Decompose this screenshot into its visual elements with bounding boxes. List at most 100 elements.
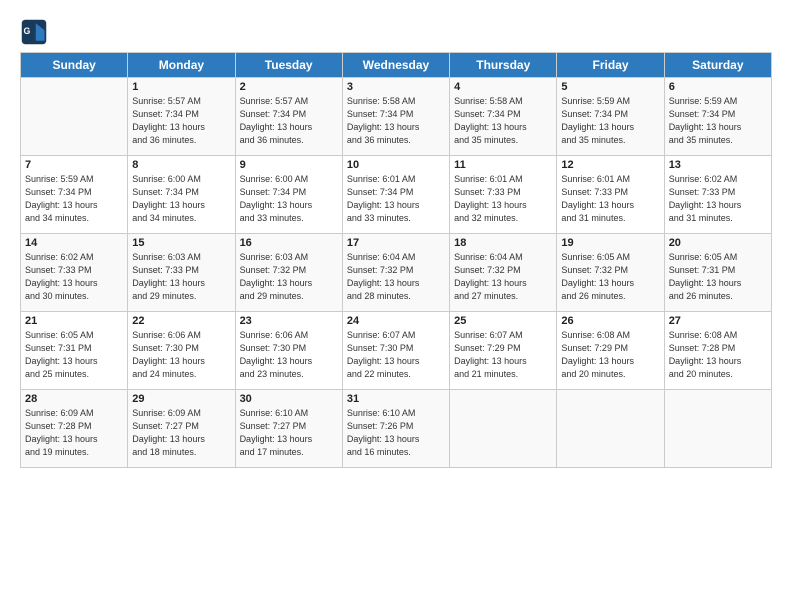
calendar-cell	[21, 78, 128, 156]
cell-details: Sunrise: 6:03 AM Sunset: 7:32 PM Dayligh…	[240, 251, 338, 303]
calendar-cell: 7 Sunrise: 5:59 AM Sunset: 7:34 PM Daylig…	[21, 156, 128, 234]
calendar-week-3: 14 Sunrise: 6:02 AM Sunset: 7:33 PM Dayli…	[21, 234, 772, 312]
day-number: 11	[454, 159, 552, 171]
weekday-header-monday: Monday	[128, 53, 235, 78]
cell-details: Sunrise: 6:10 AM Sunset: 7:26 PM Dayligh…	[347, 407, 445, 459]
calendar-cell: 22 Sunrise: 6:06 AM Sunset: 7:30 PM Dayli…	[128, 312, 235, 390]
day-number: 27	[669, 315, 767, 327]
day-number: 6	[669, 81, 767, 93]
day-number: 18	[454, 237, 552, 249]
calendar-cell: 23 Sunrise: 6:06 AM Sunset: 7:30 PM Dayli…	[235, 312, 342, 390]
day-number: 28	[25, 393, 123, 405]
day-number: 3	[347, 81, 445, 93]
day-number: 29	[132, 393, 230, 405]
cell-details: Sunrise: 6:09 AM Sunset: 7:28 PM Dayligh…	[25, 407, 123, 459]
cell-details: Sunrise: 6:06 AM Sunset: 7:30 PM Dayligh…	[132, 329, 230, 381]
weekday-header-sunday: Sunday	[21, 53, 128, 78]
cell-details: Sunrise: 6:08 AM Sunset: 7:28 PM Dayligh…	[669, 329, 767, 381]
calendar-cell: 24Sunrise: 6:07 AM Sunset: 7:30 PM Dayli…	[342, 312, 449, 390]
cell-details: Sunrise: 6:01 AM Sunset: 7:34 PM Dayligh…	[347, 173, 445, 225]
calendar-cell: 2Sunrise: 5:57 AM Sunset: 7:34 PM Daylig…	[235, 78, 342, 156]
weekday-header-wednesday: Wednesday	[342, 53, 449, 78]
calendar-cell: 3 Sunrise: 5:58 AM Sunset: 7:34 PM Daylig…	[342, 78, 449, 156]
cell-details: Sunrise: 6:08 AM Sunset: 7:29 PM Dayligh…	[561, 329, 659, 381]
calendar-cell: 9Sunrise: 6:00 AM Sunset: 7:34 PM Daylig…	[235, 156, 342, 234]
calendar-week-1: 1 Sunrise: 5:57 AM Sunset: 7:34 PM Daylig…	[21, 78, 772, 156]
calendar-cell: 28 Sunrise: 6:09 AM Sunset: 7:28 PM Dayli…	[21, 390, 128, 468]
page: G SundayMondayTuesdayWednesdayThursdayFr…	[0, 0, 792, 612]
day-number: 13	[669, 159, 767, 171]
calendar-cell: 19Sunrise: 6:05 AM Sunset: 7:32 PM Dayli…	[557, 234, 664, 312]
cell-details: Sunrise: 6:06 AM Sunset: 7:30 PM Dayligh…	[240, 329, 338, 381]
calendar-table: SundayMondayTuesdayWednesdayThursdayFrid…	[20, 52, 772, 468]
weekday-header-friday: Friday	[557, 53, 664, 78]
calendar-cell: 30 Sunrise: 6:10 AM Sunset: 7:27 PM Dayli…	[235, 390, 342, 468]
day-number: 7	[25, 159, 123, 171]
cell-details: Sunrise: 6:04 AM Sunset: 7:32 PM Dayligh…	[347, 251, 445, 303]
cell-details: Sunrise: 5:59 AM Sunset: 7:34 PM Dayligh…	[25, 173, 123, 225]
cell-details: Sunrise: 5:58 AM Sunset: 7:34 PM Dayligh…	[454, 95, 552, 147]
cell-details: Sunrise: 6:05 AM Sunset: 7:31 PM Dayligh…	[669, 251, 767, 303]
calendar-cell: 13 Sunrise: 6:02 AM Sunset: 7:33 PM Dayli…	[664, 156, 771, 234]
cell-details: Sunrise: 6:07 AM Sunset: 7:30 PM Dayligh…	[347, 329, 445, 381]
calendar-week-5: 28 Sunrise: 6:09 AM Sunset: 7:28 PM Dayli…	[21, 390, 772, 468]
cell-details: Sunrise: 6:09 AM Sunset: 7:27 PM Dayligh…	[132, 407, 230, 459]
day-number: 31	[347, 393, 445, 405]
day-number: 22	[132, 315, 230, 327]
calendar-cell: 1 Sunrise: 5:57 AM Sunset: 7:34 PM Daylig…	[128, 78, 235, 156]
day-number: 2	[240, 81, 338, 93]
calendar-cell	[450, 390, 557, 468]
cell-details: Sunrise: 6:07 AM Sunset: 7:29 PM Dayligh…	[454, 329, 552, 381]
day-number: 23	[240, 315, 338, 327]
day-number: 5	[561, 81, 659, 93]
calendar-cell: 21Sunrise: 6:05 AM Sunset: 7:31 PM Dayli…	[21, 312, 128, 390]
day-number: 25	[454, 315, 552, 327]
cell-details: Sunrise: 6:02 AM Sunset: 7:33 PM Dayligh…	[25, 251, 123, 303]
calendar-cell: 10 Sunrise: 6:01 AM Sunset: 7:34 PM Dayli…	[342, 156, 449, 234]
day-number: 30	[240, 393, 338, 405]
cell-details: Sunrise: 6:00 AM Sunset: 7:34 PM Dayligh…	[132, 173, 230, 225]
cell-details: Sunrise: 6:01 AM Sunset: 7:33 PM Dayligh…	[454, 173, 552, 225]
weekday-header-thursday: Thursday	[450, 53, 557, 78]
day-number: 15	[132, 237, 230, 249]
day-number: 4	[454, 81, 552, 93]
calendar-cell	[664, 390, 771, 468]
calendar-week-2: 7 Sunrise: 5:59 AM Sunset: 7:34 PM Daylig…	[21, 156, 772, 234]
calendar-cell: 15 Sunrise: 6:03 AM Sunset: 7:33 PM Dayli…	[128, 234, 235, 312]
weekday-header-saturday: Saturday	[664, 53, 771, 78]
svg-text:G: G	[24, 26, 31, 36]
day-number: 16	[240, 237, 338, 249]
weekday-header-row: SundayMondayTuesdayWednesdayThursdayFrid…	[21, 53, 772, 78]
cell-details: Sunrise: 5:58 AM Sunset: 7:34 PM Dayligh…	[347, 95, 445, 147]
calendar-cell: 5 Sunrise: 5:59 AM Sunset: 7:34 PM Daylig…	[557, 78, 664, 156]
calendar-cell: 6 Sunrise: 5:59 AM Sunset: 7:34 PM Daylig…	[664, 78, 771, 156]
calendar-cell: 29 Sunrise: 6:09 AM Sunset: 7:27 PM Dayli…	[128, 390, 235, 468]
calendar-cell	[557, 390, 664, 468]
cell-details: Sunrise: 6:03 AM Sunset: 7:33 PM Dayligh…	[132, 251, 230, 303]
calendar-cell: 17 Sunrise: 6:04 AM Sunset: 7:32 PM Dayli…	[342, 234, 449, 312]
day-number: 26	[561, 315, 659, 327]
day-number: 8	[132, 159, 230, 171]
cell-details: Sunrise: 6:05 AM Sunset: 7:31 PM Dayligh…	[25, 329, 123, 381]
cell-details: Sunrise: 6:10 AM Sunset: 7:27 PM Dayligh…	[240, 407, 338, 459]
cell-details: Sunrise: 6:00 AM Sunset: 7:34 PM Dayligh…	[240, 173, 338, 225]
cell-details: Sunrise: 5:59 AM Sunset: 7:34 PM Dayligh…	[669, 95, 767, 147]
day-number: 10	[347, 159, 445, 171]
day-number: 1	[132, 81, 230, 93]
calendar-week-4: 21Sunrise: 6:05 AM Sunset: 7:31 PM Dayli…	[21, 312, 772, 390]
calendar-cell: 8 Sunrise: 6:00 AM Sunset: 7:34 PM Daylig…	[128, 156, 235, 234]
day-number: 19	[561, 237, 659, 249]
header: G	[20, 18, 772, 46]
weekday-header-tuesday: Tuesday	[235, 53, 342, 78]
day-number: 12	[561, 159, 659, 171]
logo: G	[20, 18, 50, 46]
cell-details: Sunrise: 6:01 AM Sunset: 7:33 PM Dayligh…	[561, 173, 659, 225]
day-number: 20	[669, 237, 767, 249]
cell-details: Sunrise: 5:57 AM Sunset: 7:34 PM Dayligh…	[132, 95, 230, 147]
calendar-cell: 18Sunrise: 6:04 AM Sunset: 7:32 PM Dayli…	[450, 234, 557, 312]
cell-details: Sunrise: 5:59 AM Sunset: 7:34 PM Dayligh…	[561, 95, 659, 147]
cell-details: Sunrise: 6:02 AM Sunset: 7:33 PM Dayligh…	[669, 173, 767, 225]
day-number: 14	[25, 237, 123, 249]
day-number: 17	[347, 237, 445, 249]
calendar-cell: 14 Sunrise: 6:02 AM Sunset: 7:33 PM Dayli…	[21, 234, 128, 312]
